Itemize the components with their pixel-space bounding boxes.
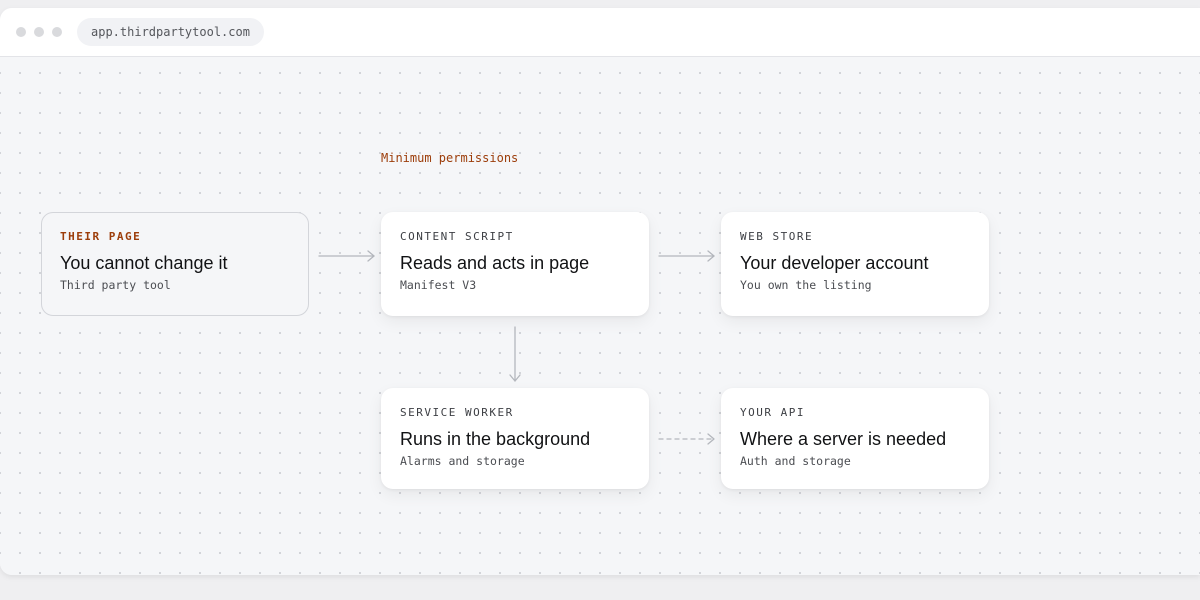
- card-content-script[interactable]: CONTENT SCRIPT Reads and acts in page Ma…: [381, 212, 649, 316]
- card-their-page[interactable]: THEIR PAGE You cannot change it Third pa…: [41, 212, 309, 316]
- card-eyebrow: THEIR PAGE: [60, 230, 142, 243]
- window-minimize-dot[interactable]: [34, 27, 44, 37]
- arrow-content-script-to-web-store: [658, 250, 715, 262]
- card-subtitle: Auth and storage: [740, 454, 851, 468]
- card-your-api[interactable]: YOUR API Where a server is needed Auth a…: [721, 388, 989, 489]
- card-title: Where a server is needed: [740, 429, 947, 449]
- browser-window: app.thirdpartytool.com Minimum permissio…: [0, 8, 1200, 575]
- card-subtitle: Manifest V3: [400, 278, 477, 292]
- connector-layer: [318, 250, 715, 445]
- card-eyebrow: SERVICE WORKER: [400, 406, 514, 419]
- card-eyebrow: WEB STORE: [740, 230, 814, 243]
- card-title: You cannot change it: [60, 253, 228, 273]
- card-subtitle: Alarms and storage: [400, 454, 525, 468]
- card-eyebrow: CONTENT SCRIPT: [400, 230, 514, 243]
- dashed-arrow-service-worker-to-api: [658, 433, 715, 445]
- card-eyebrow: YOUR API: [740, 406, 805, 419]
- card-title: Your developer account: [740, 253, 929, 273]
- card-title: Reads and acts in page: [400, 253, 590, 273]
- card-subtitle: You own the listing: [740, 278, 872, 292]
- card-web-store[interactable]: WEB STORE Your developer account You own…: [721, 212, 989, 316]
- window-close-dot[interactable]: [16, 27, 26, 37]
- arrow-content-script-to-service-worker: [509, 326, 521, 382]
- window-maximize-dot[interactable]: [52, 27, 62, 37]
- card-service-worker[interactable]: SERVICE WORKER Runs in the background Al…: [381, 388, 649, 489]
- diagram-canvas: Minimum permissions THEIR PAGE You canno…: [0, 57, 1200, 575]
- minimum-permissions-label: Minimum permissions: [381, 151, 519, 165]
- address-bar[interactable]: app.thirdpartytool.com: [77, 18, 264, 46]
- arrow-their-page-to-content-script: [318, 250, 375, 262]
- browser-titlebar: app.thirdpartytool.com: [0, 8, 1200, 57]
- card-subtitle: Third party tool: [60, 278, 171, 292]
- card-title: Runs in the background: [400, 429, 591, 449]
